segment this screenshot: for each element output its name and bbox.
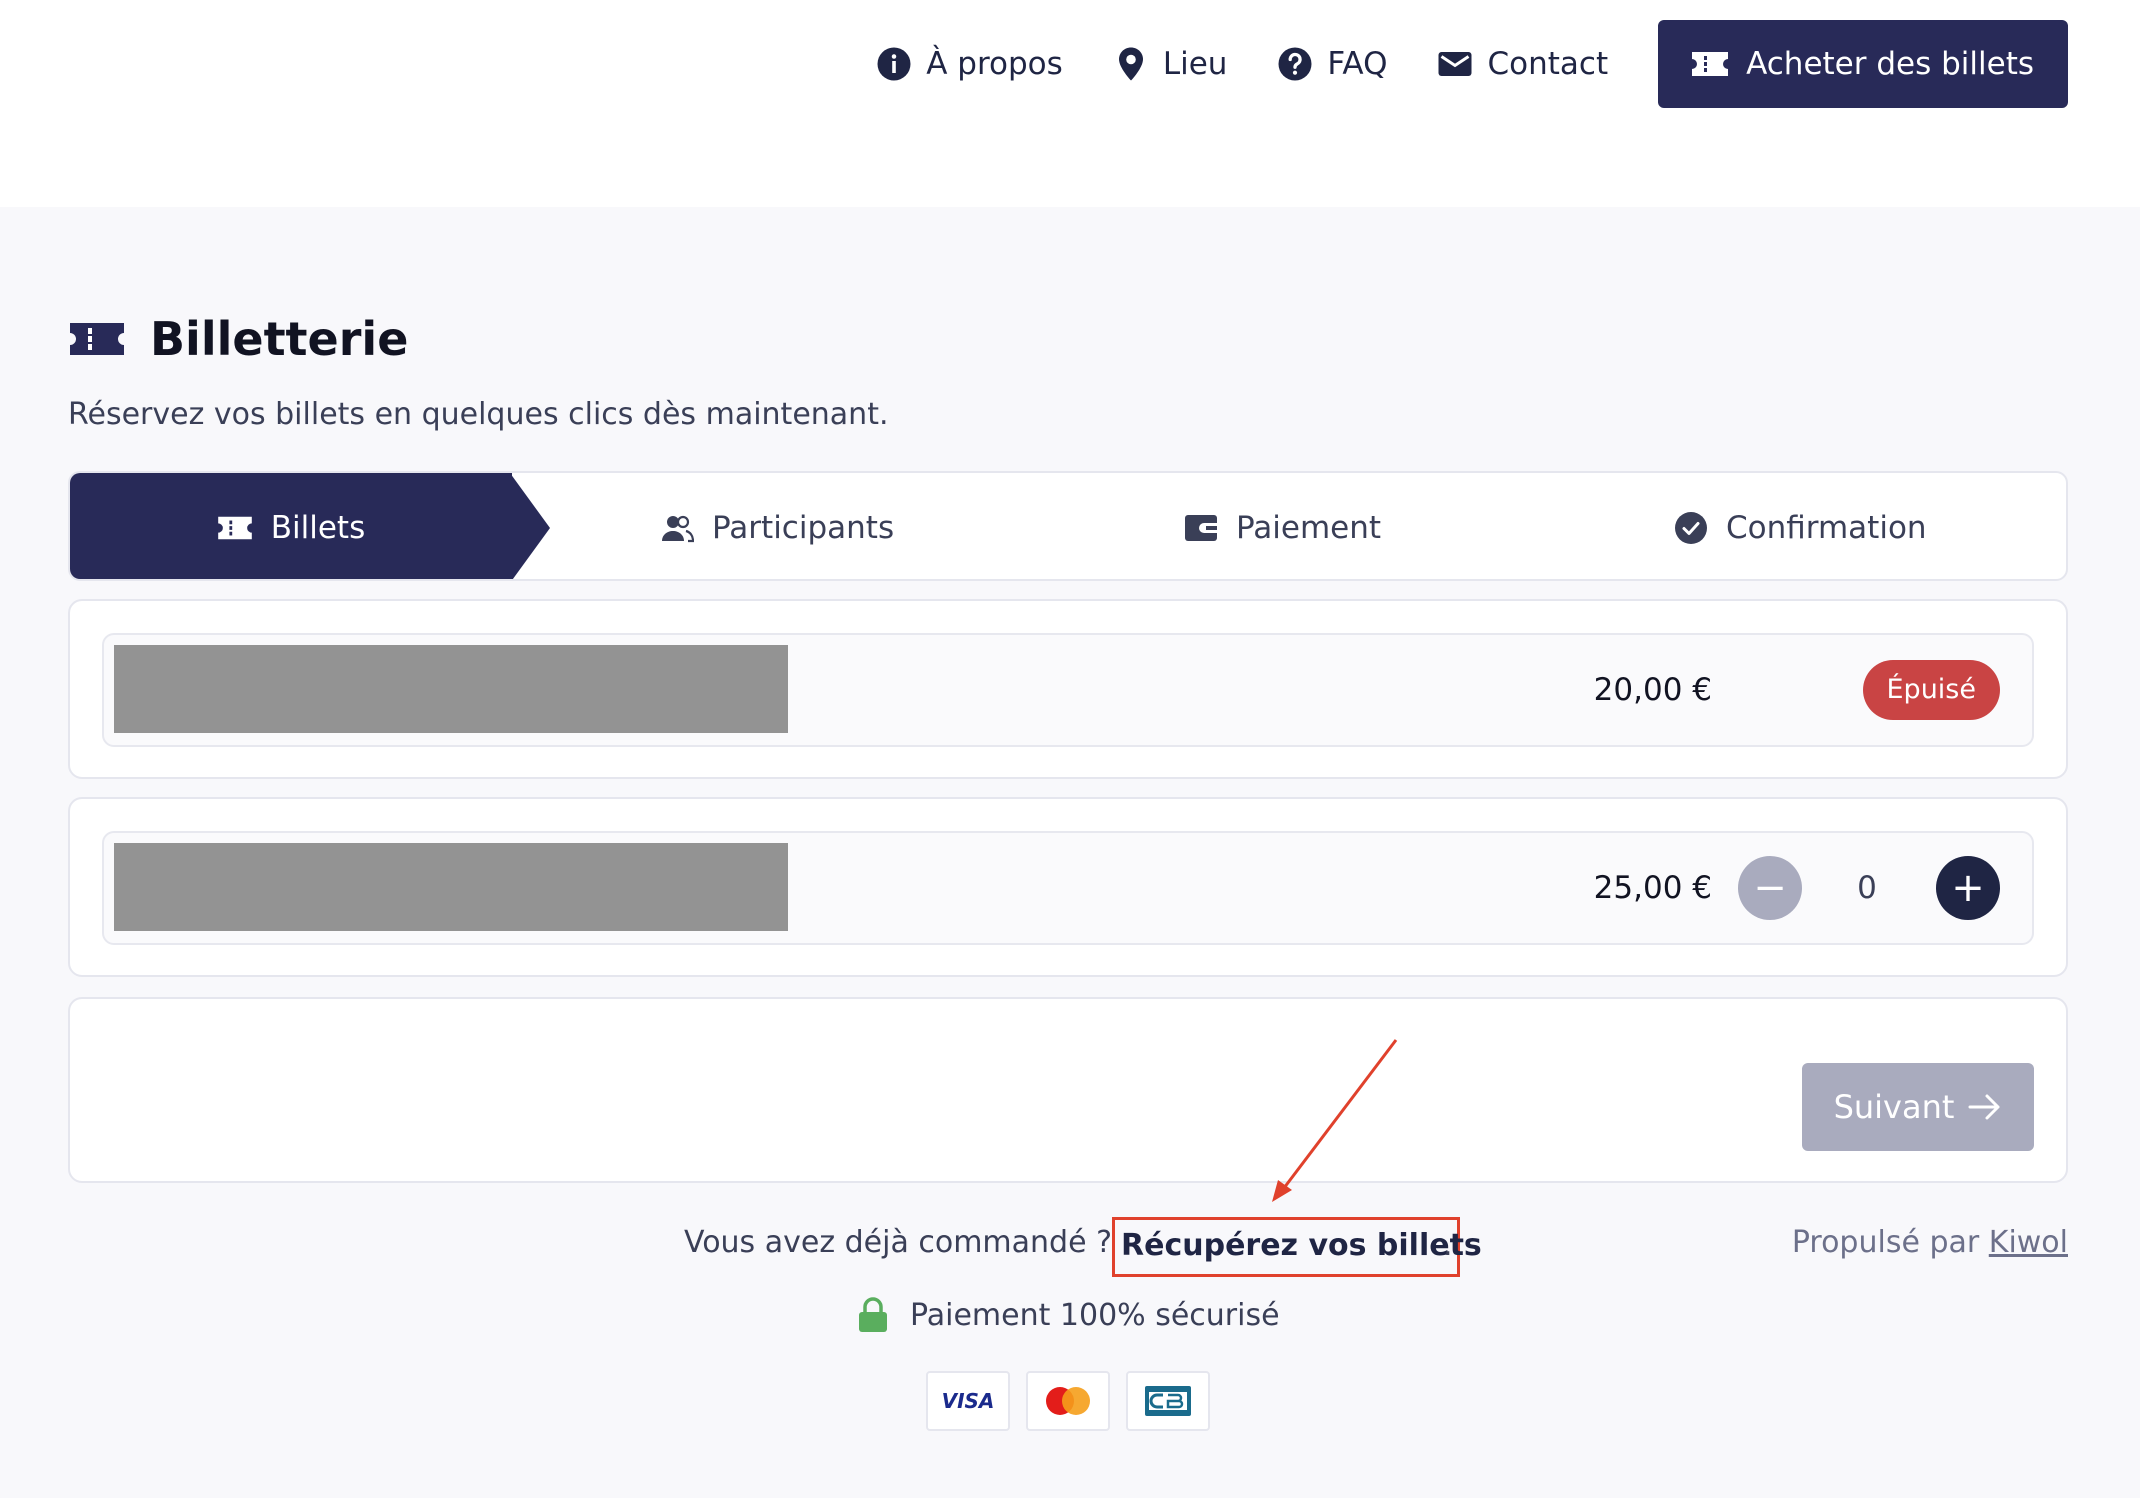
ticket-card-2: 25,00 € − 0 + xyxy=(68,797,2068,977)
secure-payment: Paiement 100% sécurisé xyxy=(858,1297,1280,1333)
minus-icon: − xyxy=(1753,865,1787,911)
section-header: Billetterie xyxy=(70,312,408,366)
buy-tickets-button[interactable]: Acheter des billets xyxy=(1658,20,2068,108)
ticket-icon xyxy=(217,516,252,540)
powered-by: Propulsé par Kiwol xyxy=(1792,1225,2068,1260)
step-payment-label: Paiement xyxy=(1236,510,1382,546)
step-participants-label: Participants xyxy=(712,510,895,546)
quantity-decrease-button[interactable]: − xyxy=(1738,856,1802,920)
annotation-highlight-box: Récupérez vos billets . xyxy=(1112,1217,1482,1277)
ticket-row: 25,00 € − 0 + xyxy=(102,831,2034,945)
ticket-icon xyxy=(1692,52,1729,76)
nav-about-label: À propos xyxy=(926,46,1063,82)
footer-links: Vous avez déjà commandé ? Récupérez vos … xyxy=(0,1217,2140,1277)
ticket-price: 20,00 € xyxy=(1593,672,1712,708)
users-icon xyxy=(662,515,694,543)
visa-logo: VISA xyxy=(926,1371,1010,1431)
nav-faq[interactable]: FAQ xyxy=(1277,46,1387,82)
step-tickets-label: Billets xyxy=(270,510,366,546)
check-circle-icon xyxy=(1675,512,1707,544)
page-title: Billetterie xyxy=(150,312,409,366)
retrieve-dot: . xyxy=(1443,1228,1453,1263)
sold-out-badge: Épuisé xyxy=(1862,660,2000,720)
kiwol-link[interactable]: Kiwol xyxy=(1989,1225,2068,1260)
step-tickets[interactable]: Billets xyxy=(70,473,512,579)
nav-about[interactable]: À propos xyxy=(876,46,1063,82)
ticket-name-redacted xyxy=(114,645,788,733)
location-icon xyxy=(1118,47,1143,81)
nav-venue-label: Lieu xyxy=(1162,46,1228,82)
nav-contact[interactable]: Contact xyxy=(1437,46,1608,82)
actions-card: Suivant xyxy=(68,997,2068,1183)
ticket-name-redacted xyxy=(114,843,788,931)
checkout-stepper: Billets Participants Paiement Confirmati… xyxy=(68,471,2068,581)
arrow-right-icon xyxy=(1968,1094,2000,1120)
step-payment[interactable]: Paiement xyxy=(1184,473,1382,579)
info-icon xyxy=(877,47,911,81)
step-arrow xyxy=(510,473,550,579)
nav-contact-label: Contact xyxy=(1487,46,1609,82)
mastercard-icon xyxy=(1046,1387,1090,1415)
buy-tickets-label: Acheter des billets xyxy=(1746,46,2034,82)
cb-icon xyxy=(1145,1386,1191,1416)
step-confirmation-label: Confirmation xyxy=(1726,510,1927,546)
page-subtitle: Réservez vos billets en quelques clics d… xyxy=(68,397,889,432)
step-participants[interactable]: Participants xyxy=(660,473,895,579)
next-button-label: Suivant xyxy=(1833,1088,1955,1126)
quantity-value: 0 xyxy=(1857,870,1877,906)
ticket-price: 25,00 € xyxy=(1593,870,1712,906)
visa-text: VISA xyxy=(941,1389,995,1413)
mastercard-logo xyxy=(1026,1371,1110,1431)
next-button[interactable]: Suivant xyxy=(1802,1063,2034,1151)
top-bar: À propos Lieu FAQ Contact Acheter des bi… xyxy=(0,0,2140,207)
ticket-icon xyxy=(70,323,124,355)
nav-faq-label: FAQ xyxy=(1327,46,1388,82)
mail-icon xyxy=(1438,52,1472,76)
ticket-card-1: 20,00 € Épuisé xyxy=(68,599,2068,779)
ticketing-section: Billetterie Réservez vos billets en quel… xyxy=(0,207,2140,1498)
nav-venue[interactable]: Lieu xyxy=(1113,46,1228,82)
wallet-icon xyxy=(1185,515,1217,541)
cb-logo xyxy=(1126,1371,1210,1431)
question-icon xyxy=(1278,47,1312,81)
ticket-row: 20,00 € Épuisé xyxy=(102,633,2034,747)
already-ordered-text: Vous avez déjà commandé ? xyxy=(684,1225,1113,1260)
lock-icon xyxy=(859,1297,887,1332)
powered-by-text: Propulsé par xyxy=(1791,1225,1980,1260)
step-confirmation[interactable]: Confirmation xyxy=(1674,473,1927,579)
main-nav: À propos Lieu FAQ Contact Acheter des bi… xyxy=(876,20,2068,108)
retrieve-tickets-link[interactable]: Récupérez vos billets xyxy=(1121,1228,1482,1263)
quantity-increase-button[interactable]: + xyxy=(1936,856,2000,920)
secure-payment-text: Paiement 100% sécurisé xyxy=(910,1297,1280,1333)
plus-icon: + xyxy=(1951,865,1985,911)
payment-cards: VISA xyxy=(926,1371,1210,1431)
